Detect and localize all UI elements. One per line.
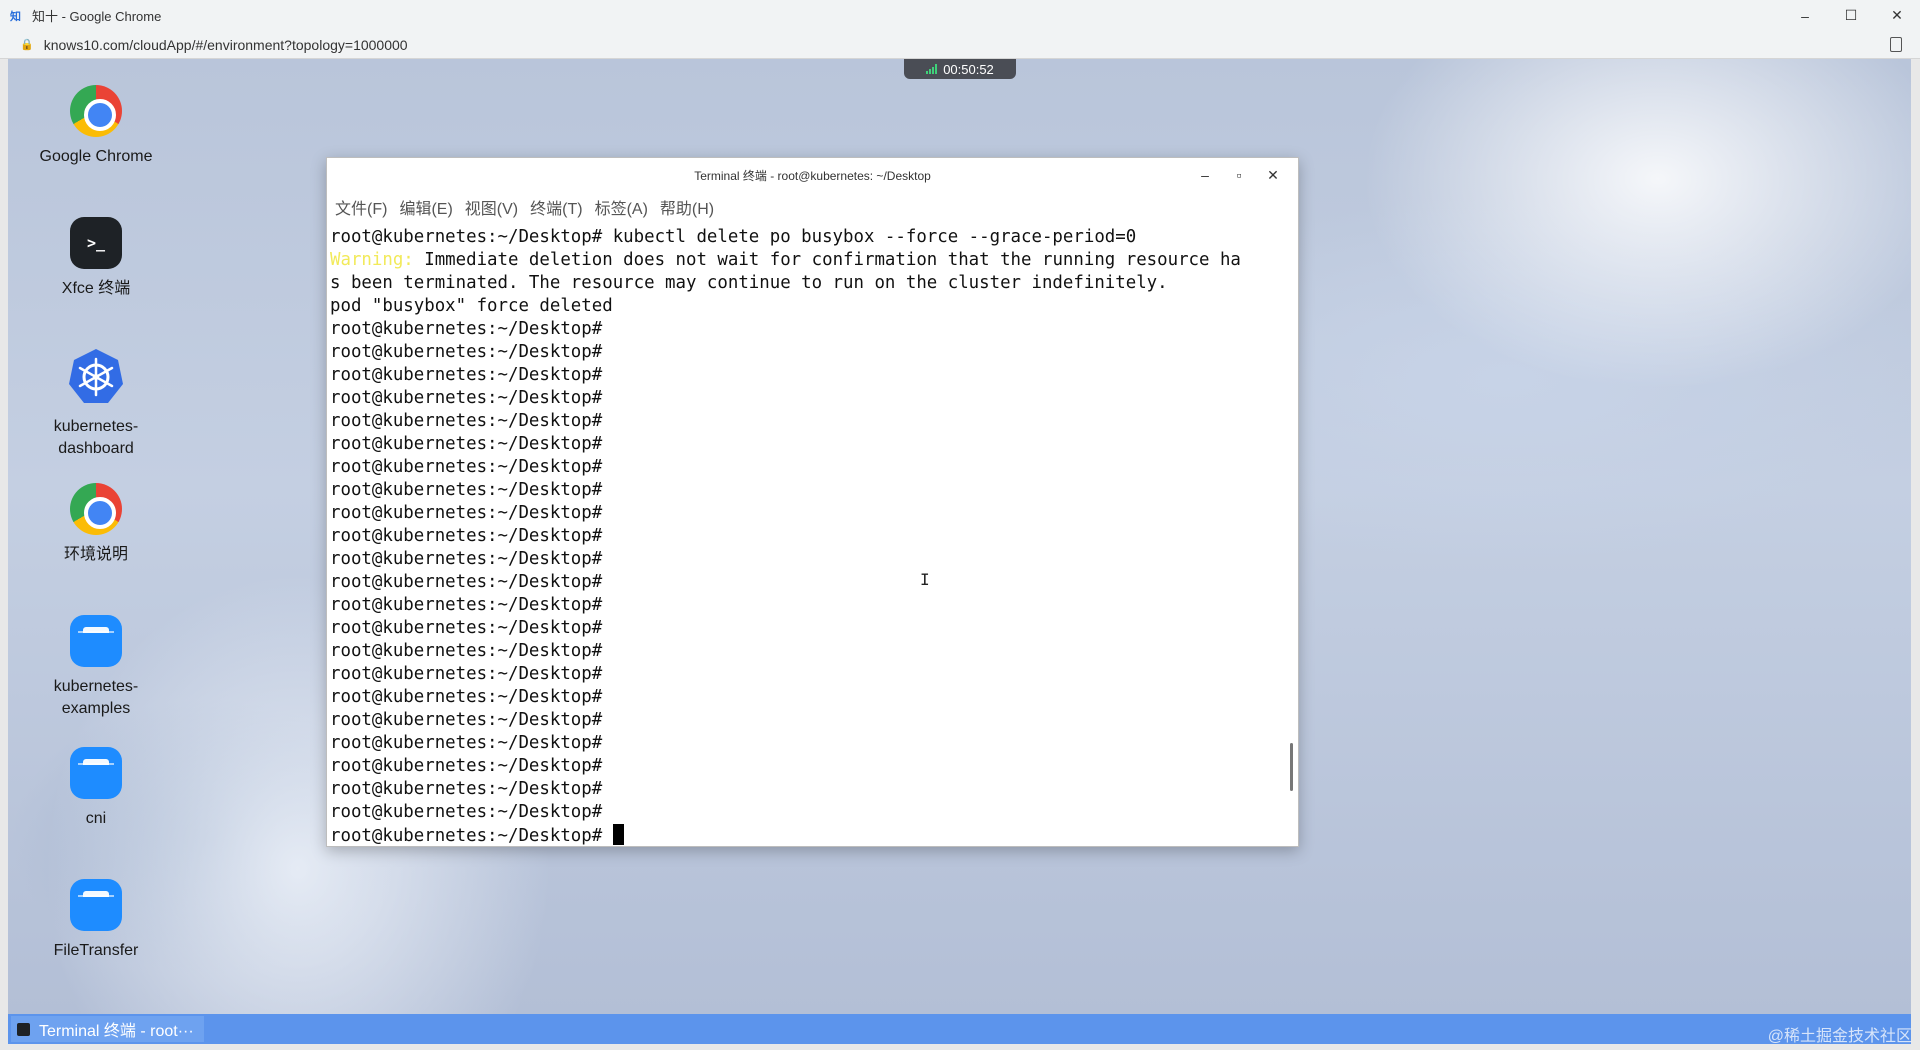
terminal-prompt-line: root@kubernetes:~/Desktop# (330, 687, 603, 707)
terminal-prompt-line: root@kubernetes:~/Desktop# (330, 710, 603, 730)
terminal-prompt-line: root@kubernetes:~/Desktop# (330, 664, 603, 684)
terminal-minimize-button[interactable]: – (1188, 167, 1222, 183)
browser-titlebar: 知 知十 - Google Chrome – ☐ ✕ (0, 0, 1920, 31)
terminal-result-line: pod "busybox" force deleted (330, 296, 613, 316)
remote-desktop: 00:50:52 Google Chrome >_ Xfce 终端 kubern… (8, 59, 1911, 1014)
terminal-warning-line-2: s been terminated. The resource may cont… (330, 273, 1168, 293)
terminal-prompt-line: root@kubernetes:~/Desktop# (330, 733, 603, 753)
terminal-prompt-line: root@kubernetes:~/Desktop# (330, 434, 603, 454)
terminal-icon (17, 1022, 30, 1036)
menu-edit[interactable]: 编辑(E) (399, 195, 452, 219)
maximize-button[interactable]: ☐ (1828, 0, 1874, 31)
terminal-prompt-line: root@kubernetes:~/Desktop# (330, 342, 603, 362)
warning-text: Immediate deletion does not wait for con… (413, 250, 1241, 270)
desktop-icon-label: cni (85, 810, 107, 827)
taskbar: Terminal 终端 - root··· (8, 1014, 1911, 1044)
desktop-icon-cni[interactable]: cni (16, 747, 176, 830)
session-timer: 00:50:52 (904, 59, 1016, 79)
text-cursor-icon: I (920, 570, 930, 589)
chrome-icon (70, 483, 122, 535)
desktop-icon-label: Xfce 终端 (61, 280, 131, 297)
close-button[interactable]: ✕ (1874, 0, 1920, 31)
window-title: 知十 - Google Chrome (32, 9, 162, 24)
terminal-prompt-line: root@kubernetes:~/Desktop# (330, 824, 1295, 846)
terminal-prompt-line: root@kubernetes:~/Desktop# (330, 503, 603, 523)
desktop-icon-filetransfer[interactable]: FileTransfer (16, 879, 176, 962)
terminal-prompt-line: root@kubernetes:~/Desktop# (330, 641, 603, 661)
desktop-icon-label: kubernetes-dashboard (53, 418, 139, 457)
taskbar-terminal-button[interactable]: Terminal 终端 - root··· (11, 1016, 204, 1042)
watermark: @稀土掘金技术社区 (1767, 1028, 1912, 1045)
terminal-prompt-line: root@kubernetes:~/Desktop# (330, 572, 603, 592)
lock-icon: 🔒 (20, 39, 34, 51)
signal-icon (926, 64, 938, 74)
warning-label: Warning: (330, 250, 414, 270)
terminal-titlebar[interactable]: Terminal 终端 - root@kubernetes: ~/Desktop… (327, 158, 1298, 192)
desktop-icon-kubernetes-dashboard[interactable]: kubernetes-dashboard (16, 347, 176, 460)
terminal-maximize-button[interactable]: ▫ (1222, 167, 1256, 183)
terminal-prompt-line: root@kubernetes:~/Desktop# (330, 802, 603, 822)
terminal-prompt-line: root@kubernetes:~/Desktop# (330, 595, 603, 615)
timer-text: 00:50:52 (943, 61, 994, 77)
desktop-icon-label: kubernetes-examples (53, 678, 139, 717)
minimize-button[interactable]: – (1782, 0, 1828, 31)
terminal-prompt-line: root@kubernetes:~/Desktop# (330, 457, 603, 477)
terminal-scrollbar[interactable] (1290, 743, 1293, 791)
desktop-icon-environment-doc[interactable]: 环境说明 (16, 483, 176, 566)
terminal-menubar: 文件(F) 编辑(E) 视图(V) 终端(T) 标签(A) 帮助(H) (327, 192, 1298, 222)
bottom-border (0, 1044, 1920, 1050)
terminal-title: Terminal 终端 - root@kubernetes: ~/Desktop (694, 168, 931, 183)
app-logo-icon: 知 (10, 10, 21, 23)
menu-tabs[interactable]: 标签(A) (595, 195, 648, 219)
folder-icon (70, 747, 122, 799)
kubernetes-icon (66, 347, 126, 407)
terminal-window[interactable]: Terminal 终端 - root@kubernetes: ~/Desktop… (326, 157, 1299, 847)
desktop-icon-label: Google Chrome (39, 148, 153, 165)
chrome-icon (70, 85, 122, 137)
address-bar[interactable]: 🔒 knows10.com/cloudApp/#/environment?top… (0, 31, 1920, 59)
menu-terminal[interactable]: 终端(T) (530, 195, 582, 219)
terminal-warning-line: Warning: Immediate deletion does not wai… (330, 249, 1295, 272)
folder-icon (70, 615, 122, 667)
terminal-prompt-line: root@kubernetes:~/Desktop# (330, 365, 603, 385)
desktop-icon-label: 环境说明 (63, 546, 128, 563)
terminal-prompt-line: root@kubernetes:~/Desktop# (330, 388, 603, 408)
menu-view[interactable]: 视图(V) (465, 195, 518, 219)
terminal-prompt-line: root@kubernetes:~/Desktop# (330, 480, 603, 500)
terminal-close-button[interactable]: ✕ (1256, 167, 1290, 184)
terminal-prompt-line: root@kubernetes:~/Desktop# (330, 779, 603, 799)
desktop-icon-xfce-terminal[interactable]: >_ Xfce 终端 (16, 217, 176, 300)
taskbar-task-label: Terminal 终端 - root··· (39, 1023, 194, 1040)
desktop-icon-kubernetes-examples[interactable]: kubernetes-examples (16, 615, 176, 720)
url-text[interactable]: knows10.com/cloudApp/#/environment?topol… (44, 37, 408, 53)
terminal-prompt-line: root@kubernetes:~/Desktop# (330, 411, 603, 431)
terminal-prompt-line: root@kubernetes:~/Desktop# (330, 319, 603, 339)
terminal-prompt-line: root@kubernetes:~/Desktop# (330, 549, 603, 569)
terminal-icon: >_ (70, 217, 122, 269)
terminal-command-line: root@kubernetes:~/Desktop# kubectl delet… (330, 227, 1137, 247)
terminal-prompt-line: root@kubernetes:~/Desktop# (330, 756, 603, 776)
terminal-prompt-line: root@kubernetes:~/Desktop# (330, 526, 603, 546)
clipboard-icon[interactable] (1890, 37, 1902, 52)
terminal-output[interactable]: root@kubernetes:~/Desktop# kubectl delet… (327, 222, 1298, 846)
desktop-icon-label: FileTransfer (53, 942, 139, 959)
menu-file[interactable]: 文件(F) (335, 195, 387, 219)
menu-help[interactable]: 帮助(H) (660, 195, 714, 219)
desktop-icon-google-chrome[interactable]: Google Chrome (16, 85, 176, 168)
folder-icon (70, 879, 122, 931)
terminal-cursor (612, 824, 624, 845)
terminal-prompt-line: root@kubernetes:~/Desktop# (330, 618, 603, 638)
